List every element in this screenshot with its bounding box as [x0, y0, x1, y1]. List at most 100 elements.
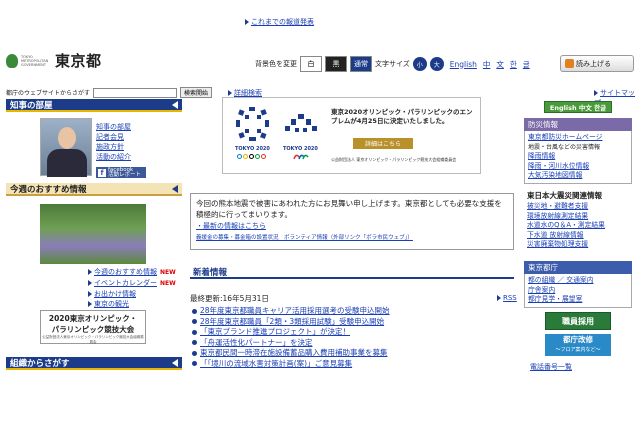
emblem-detail-button[interactable]: 詳細はこちら — [353, 138, 413, 149]
olympic-banner[interactable]: 2020東京オリンピック・ パラリンピック競技大会 公益財団法人東京オリンピック… — [40, 310, 146, 344]
quake-link-3[interactable]: 下水道 放射線情報 — [527, 231, 629, 241]
emblem-announcement: 東京2020オリンピック・パラリンピックのエンブレムが4月25日に決定いたしまし… — [331, 108, 473, 125]
recruitment-banner[interactable]: 職員採用 — [545, 312, 611, 330]
disaster-link-3[interactable]: 降雨・河川水位情報 — [528, 162, 628, 172]
facebook-badge[interactable]: f facebook 活動レポート — [96, 167, 146, 178]
news-item[interactable]: 「東京ブランド推進プロジェクト」が決定！ — [192, 327, 492, 338]
disaster-links: 東京都防災ホームページ 地震・台風などの災害情報 降雨情報 降雨・河川水位情報 … — [524, 131, 632, 184]
governor-suit — [47, 149, 87, 177]
news-item[interactable]: 東京都民間一時滞在施設備蓄品購入費用補助事業を募集 — [192, 348, 492, 359]
lang-english-link[interactable]: English — [450, 60, 477, 69]
recommend-item-3[interactable]: 東京の観光 — [88, 299, 176, 309]
bg-black-button[interactable]: 黒 — [325, 56, 347, 72]
arrow-left-icon — [172, 359, 178, 367]
recommend-link-text[interactable]: イベントカレンダー — [94, 279, 157, 287]
governor-section-header[interactable]: 知事の部屋 — [6, 99, 182, 112]
governor-link-1[interactable]: 記者会見 — [96, 132, 131, 142]
office-links: 都の組織 ／ 交通案内 庁舎案内 都庁見学・展望室 — [524, 274, 632, 308]
iris-garden-photo[interactable] — [40, 204, 146, 264]
recommend-link-text[interactable]: 東京の観光 — [94, 300, 129, 308]
lang-chinese-link-2[interactable]: 文 — [496, 59, 504, 70]
news-item-link[interactable]: 「東京ブランド推進プロジェクト」が決定！ — [200, 327, 350, 336]
office-link-2[interactable]: 都庁見学・展望室 — [528, 295, 628, 305]
news-item[interactable]: 28年度東京都職員「2類・3類採用試験」受験申込開始 — [192, 317, 492, 328]
lang-korean-link-2[interactable]: 글 — [523, 59, 530, 70]
news-list: 28年度東京都職員キャリア活用採用選考の受験申込開始 28年度東京都職員「2類・… — [192, 306, 492, 369]
olympic-emblem-label: TOKYO 2020 — [235, 146, 270, 152]
display-tools: 背景色を変更 白 黒 通常 文字サイズ 小 大 English 中 文 한 글 — [255, 56, 530, 72]
bullet-icon — [192, 340, 197, 345]
governor-link-2[interactable]: 施政方針 — [96, 142, 131, 152]
facebook-sub: 活動レポート — [108, 171, 142, 178]
kumamoto-message-box: 今回の熊本地震で被害にあわれた方にお見舞い申し上げます。東京都としても必要な支援… — [190, 193, 514, 250]
governor-link-0[interactable]: 知事の部屋 — [96, 122, 131, 132]
news-item-link[interactable]: 「「境川の流域水害対策計画(案)」ご意見募集 — [200, 359, 352, 368]
recommend-title: 今週のおすすめ情報 — [10, 184, 87, 195]
agitos-icon — [293, 154, 309, 160]
font-large-button[interactable]: 大 — [429, 57, 444, 71]
news-item-link[interactable]: 東京都民間一時滞在施設備蓄品購入費用補助事業を募集 — [200, 348, 388, 357]
font-small-button[interactable]: 小 — [412, 57, 427, 71]
triangle-icon — [88, 269, 92, 275]
governor-photo[interactable] — [40, 118, 92, 177]
renovation-title: 都庁改修 — [563, 335, 593, 344]
news-item-link[interactable]: 「舟運活性化パートナー」を決定 — [200, 338, 313, 347]
office-section-header: 東京都庁 — [524, 261, 632, 274]
read-aloud-button[interactable]: 読み上げる — [560, 55, 634, 72]
quake-link-4[interactable]: 災害廃棄物処理支援 — [527, 240, 629, 250]
bullet-icon — [192, 329, 197, 335]
emblem-org: 公益財団法人 東京オリンピック・パラリンピック競技大会組織委員会 — [331, 157, 457, 162]
bg-normal-button[interactable]: 通常 — [350, 56, 372, 72]
bullet-icon — [192, 308, 197, 314]
triangle-icon — [88, 291, 92, 297]
news-item[interactable]: 28年度東京都職員キャリア活用採用選考の受験申込開始 — [192, 306, 492, 317]
news-item-link[interactable]: 28年度東京都職員キャリア活用採用選考の受験申込開始 — [200, 306, 390, 315]
news-item[interactable]: 「「境川の流域水害対策計画(案)」ご意見募集 — [192, 359, 492, 370]
governor-link-3[interactable]: 活動の紹介 — [96, 152, 131, 162]
read-aloud-label: 読み上げる — [576, 59, 611, 68]
office-link-0[interactable]: 都の組織 ／ 交通案内 — [528, 276, 628, 286]
last-updated: 最終更新:16年5月31日 — [190, 294, 269, 303]
support-sub-links[interactable]: 義援金の募集・募金箱の設置状況 ボランティア情報（外部リンク「ボラ市民ウェブ」） — [196, 233, 508, 241]
olympic-banner-line2: パラリンピック競技大会 — [51, 325, 135, 334]
rss-link[interactable]: RSS — [497, 294, 517, 302]
olympic-emblem-banner[interactable]: TOKYO 2020 TOKYO 2020 東京2020オリンピック・パラリンピ… — [222, 97, 481, 174]
office-link-1[interactable]: 庁舎案内 — [528, 286, 628, 296]
quake-link-0[interactable]: 被災地・避難者支援 — [527, 202, 629, 212]
recommend-link-text[interactable]: 今週のおすすめ情報 — [94, 268, 157, 276]
recommend-item-0[interactable]: 今週のおすすめ情報 NEW — [88, 267, 176, 278]
recommend-item-2[interactable]: お出かけ情報 — [88, 289, 176, 299]
logo-big-text: 東京都 — [55, 52, 102, 70]
quake-link-2[interactable]: 水道水のQ＆A・測定結果 — [527, 221, 629, 231]
renovation-banner[interactable]: 都庁改修 〜フロア案内など〜 — [545, 334, 611, 356]
search-label: 都庁のウェブサイトからさがす — [6, 90, 91, 97]
recommend-link-text[interactable]: お出かけ情報 — [94, 290, 136, 298]
recommend-section-header[interactable]: 今週のおすすめ情報 — [6, 183, 182, 196]
tokyo-logo[interactable]: TOKYO METROPOLITAN GOVERNMENT 東京都 — [6, 50, 102, 71]
recommend-item-1[interactable]: イベントカレンダー NEW — [88, 278, 176, 289]
disaster-link-2[interactable]: 降雨情報 — [528, 152, 628, 162]
multilingual-button[interactable]: English 中文 한글 — [544, 101, 612, 113]
news-item[interactable]: 「舟運活性化パートナー」を決定 — [192, 338, 492, 349]
lang-chinese-link-1[interactable]: 中 — [483, 59, 491, 70]
olympic-emblem-icon — [236, 107, 269, 141]
phone-list-link[interactable]: 電話番号一覧 — [530, 362, 572, 372]
search-input[interactable] — [93, 87, 178, 98]
detail-search-text: 詳細検索 — [234, 89, 262, 97]
olympic-banner-line1: 2020東京オリンピック・ — [48, 314, 138, 323]
org-section-header[interactable]: 組織からさがす — [6, 357, 182, 370]
latest-info-link[interactable]: ・最新の情報はこちら — [196, 221, 508, 231]
search-button[interactable]: 検索開始 — [180, 87, 213, 98]
quake-link-1[interactable]: 環境放射線測定結果 — [527, 212, 629, 222]
triangle-icon — [594, 90, 598, 96]
triangle-icon — [88, 280, 92, 286]
disaster-link-4[interactable]: 大気汚染地図情報 — [528, 171, 628, 181]
bg-white-button[interactable]: 白 — [300, 56, 322, 72]
logo-small-text: TOKYO METROPOLITAN GOVERNMENT — [21, 54, 49, 67]
disaster-link-0[interactable]: 東京都防災ホームページ — [528, 133, 628, 143]
new-badge: NEW — [160, 280, 176, 287]
governor-title: 知事の部屋 — [10, 100, 53, 111]
news-item-link[interactable]: 28年度東京都職員「2類・3類採用試験」受験申込開始 — [200, 317, 384, 326]
lang-korean-link-1[interactable]: 한 — [510, 59, 517, 70]
past-press-link[interactable]: これまでの報道発表 — [245, 17, 314, 27]
